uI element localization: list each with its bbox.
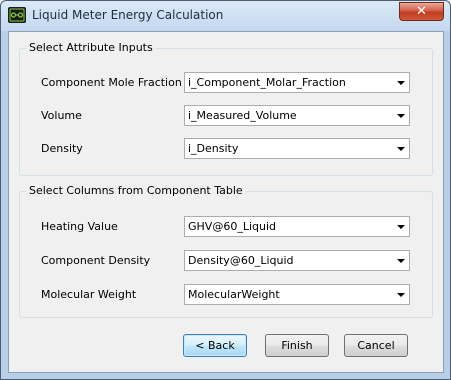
component-mole-fraction-dropdown[interactable]: i_Component_Molar_Fraction [184,72,410,93]
back-button[interactable]: < Back [183,334,247,357]
component-density-dropdown[interactable]: Density@60_Liquid [184,250,410,271]
window-title: Liquid Meter Energy Calculation [32,8,224,22]
heating-value-dropdown[interactable]: GHV@60_Liquid [184,216,410,237]
molecular-weight-dropdown[interactable]: MolecularWeight [184,284,410,305]
molecular-weight-value: MolecularWeight [188,288,280,301]
component-mole-fraction-value: i_Component_Molar_Fraction [188,76,346,89]
title-bar[interactable]: Liquid Meter Energy Calculation ✕ [1,1,450,31]
component-mole-fraction-label: Component Mole Fraction [41,76,182,89]
chevron-down-icon [397,114,405,118]
chevron-down-icon [397,81,405,85]
dialog-body: Select Attribute Inputs Component Mole F… [8,31,444,373]
component-density-value: Density@60_Liquid [188,254,294,267]
dialog-window: Liquid Meter Energy Calculation ✕ Select… [0,0,451,380]
attribute-inputs-group: Select Attribute Inputs Component Mole F… [19,41,433,176]
chevron-down-icon [397,147,405,151]
close-button[interactable]: ✕ [399,2,444,21]
molecular-weight-label: Molecular Weight [41,288,137,301]
component-density-label: Component Density [41,254,151,267]
volume-label: Volume [41,109,82,122]
heating-value-value: GHV@60_Liquid [188,220,276,233]
cancel-button[interactable]: Cancel [344,334,408,357]
close-icon: ✕ [416,4,427,19]
component-columns-group-title: Select Columns from Component Table [26,184,246,197]
component-columns-group: Select Columns from Component Table Heat… [19,184,433,318]
chevron-down-icon [397,259,405,263]
attribute-inputs-group-title: Select Attribute Inputs [26,41,156,54]
volume-value: i_Measured_Volume [188,109,297,122]
density-dropdown[interactable]: i_Density [184,138,410,159]
meter-icon [8,7,26,23]
chevron-down-icon [397,293,405,297]
density-value: i_Density [188,142,239,155]
chevron-down-icon [397,225,405,229]
heating-value-label: Heating Value [41,220,118,233]
density-label: Density [41,142,83,155]
finish-button[interactable]: Finish [265,334,329,357]
volume-dropdown[interactable]: i_Measured_Volume [184,105,410,126]
